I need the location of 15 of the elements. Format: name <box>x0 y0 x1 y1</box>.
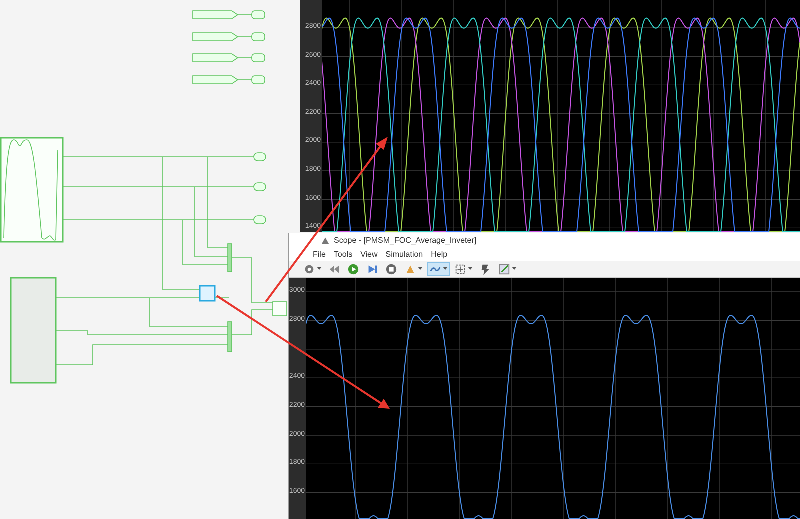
caret-icon <box>443 267 448 272</box>
caret-icon <box>468 267 473 272</box>
caret-icon <box>512 267 517 272</box>
menu-item[interactable]: View <box>360 250 378 260</box>
edit-icon <box>498 262 511 276</box>
window-title: Scope - [PMSM_FOC_Average_Inveter] <box>334 236 477 245</box>
menu-item[interactable]: Simulation <box>386 250 424 260</box>
caret-icon <box>317 267 322 272</box>
menu-item[interactable]: Help <box>431 250 448 260</box>
menu-item[interactable]: Tools <box>334 250 353 260</box>
window-icon <box>321 236 330 245</box>
caret-icon <box>418 267 423 272</box>
toolbar-button[interactable] <box>427 262 450 276</box>
menu-item[interactable]: File <box>313 250 326 260</box>
fit-icon <box>454 262 467 276</box>
